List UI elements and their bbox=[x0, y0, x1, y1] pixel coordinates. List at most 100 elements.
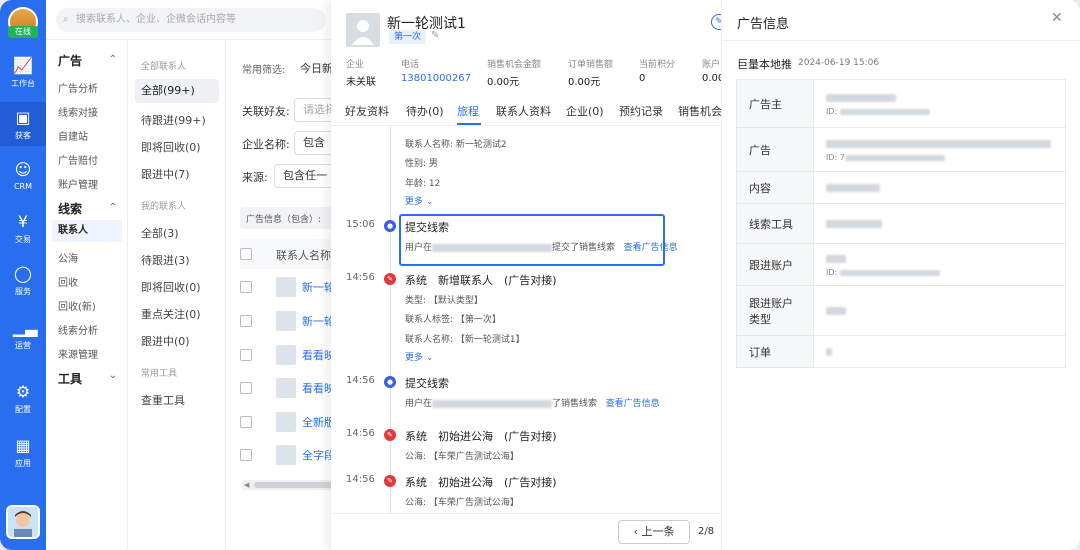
chevron-up-icon[interactable]: ⌃ bbox=[109, 202, 117, 213]
tab-todo[interactable]: 待办(0) bbox=[406, 103, 444, 119]
nav-item-account-manage[interactable]: 账户管理 bbox=[58, 176, 98, 191]
filter-my-recycle-soon[interactable]: 即将回收(0) bbox=[141, 279, 201, 295]
avatar bbox=[276, 412, 296, 432]
nav-item-recycle[interactable]: 回收 bbox=[58, 274, 78, 289]
contact-list: 常用筛选: 今日新 关联好友: 请选择 企业名称: 包含 来源: 包含任一 广告… bbox=[226, 40, 344, 550]
filter-recycle-soon[interactable]: 即将回收(0) bbox=[141, 139, 201, 155]
contact-detail-panel: 新一轮测试1 第一次 ✎ ✎ 企业 未关联 电话 13801000267 销售机会金… bbox=[331, 0, 727, 550]
row-checkbox[interactable] bbox=[240, 449, 252, 461]
nav-item-public-pool[interactable]: 公海 bbox=[58, 250, 78, 265]
nav-item-source-manage[interactable]: 来源管理 bbox=[58, 346, 98, 361]
filter-all[interactable]: 全部(99+) bbox=[135, 79, 219, 103]
top-bar: ⌕ 搜索联系人、企业、企微会话内容等 bbox=[46, 0, 336, 40]
nav-group-ads[interactable]: 广告 bbox=[58, 52, 82, 69]
rail-item-config[interactable]: ⚙ 配置 bbox=[0, 382, 46, 415]
rail-item-workbench[interactable]: 📈 工作台 bbox=[0, 56, 46, 89]
rail-item-apps[interactable]: ▦ 应用 bbox=[0, 436, 46, 469]
edit-tag-icon[interactable]: ✎ bbox=[431, 30, 439, 41]
left-rail: 在线 📈 工作台 ▣ 获客 ☺ CRM ¥ 交易 ◯ 服务 ▁▃ 运营 ⚙ 配置 ▦ 应用 bbox=[0, 0, 46, 550]
filter-my-pending[interactable]: 待跟进(3) bbox=[141, 252, 190, 268]
rail-item-acquire[interactable]: ▣ 获客 bbox=[0, 102, 46, 146]
nav-group-leads[interactable]: 线索 bbox=[58, 200, 82, 217]
search-icon: ⌕ bbox=[63, 14, 69, 25]
gear-icon: ⚙ bbox=[15, 382, 31, 401]
row-checkbox[interactable] bbox=[240, 315, 252, 327]
avatar bbox=[276, 445, 296, 465]
tab-contact-profile[interactable]: 联系人资料 bbox=[496, 103, 551, 119]
ad-info-filter-chip[interactable]: 广告信息（包含）: bbox=[246, 212, 321, 225]
filter-my-following[interactable]: 跟进中(0) bbox=[141, 333, 190, 349]
tab-sales-opportunity[interactable]: 销售机会 bbox=[678, 103, 722, 119]
chevron-down-icon: ⌄ bbox=[425, 353, 434, 363]
filter-my-focus[interactable]: 重点关注(0) bbox=[141, 306, 201, 322]
row-checkbox[interactable] bbox=[240, 416, 252, 428]
lead-event-icon: ● bbox=[384, 376, 396, 388]
contact-filter-column: 全部联系人 全部(99+) 待跟进(99+) 即将回收(0) 跟进中(7) 我的… bbox=[128, 40, 226, 550]
filter-pending[interactable]: 待跟进(99+) bbox=[141, 112, 206, 128]
more-toggle[interactable]: 更多 ⌄ bbox=[405, 350, 433, 363]
tab-company[interactable]: 企业(0) bbox=[566, 103, 604, 119]
chevron-left-icon: ‹ bbox=[633, 525, 638, 538]
event-title: 系统 初始进公海 (广告对接) bbox=[405, 476, 557, 489]
nav-item-ad-analysis[interactable]: 广告分析 bbox=[58, 80, 98, 95]
nav-item-lead-analysis[interactable]: 线索分析 bbox=[58, 322, 98, 337]
contact-tag: 第一次 bbox=[389, 30, 427, 44]
stat-order-sales: 订单销售额 0.00元 bbox=[568, 60, 614, 88]
nav-item-self-site[interactable]: 自建站 bbox=[58, 128, 88, 143]
active-tab-indicator bbox=[457, 123, 481, 125]
rail-item-trade[interactable]: ¥ 交易 bbox=[0, 212, 46, 245]
section-header-my-contacts: 我的联系人 bbox=[141, 202, 187, 212]
more-toggle[interactable]: 更多 ⌄ bbox=[405, 194, 433, 207]
lead-event-icon: ● bbox=[384, 220, 396, 232]
tab-friend-profile[interactable]: 好友资料 bbox=[345, 103, 389, 119]
tab-appointments[interactable]: 预约记录 bbox=[619, 103, 663, 119]
avatar bbox=[276, 311, 296, 331]
search-input[interactable]: ⌕ 搜索联系人、企业、企微会话内容等 bbox=[56, 8, 326, 32]
contact-avatar bbox=[346, 13, 380, 47]
row-checkbox[interactable] bbox=[240, 281, 252, 293]
ad-info-table: 广告主 ID: 广告 ID: 7 内容 线索工具 跟进账户 ID: 跟进账户类型 订单 bbox=[736, 79, 1066, 368]
journey-timeline: 联系人名称: 新一轮测试2 性别: 男 年龄: 12 更多 ⌄ 15:06 ● … bbox=[331, 127, 721, 513]
prev-record-button[interactable]: ‹ 上一条 bbox=[618, 520, 690, 544]
column-header-name[interactable]: 联系人名称 bbox=[276, 247, 331, 263]
chat-icon: ◯ bbox=[14, 264, 32, 283]
nav-group-tools[interactable]: 工具 bbox=[58, 370, 82, 387]
system-event-icon: ✎ bbox=[384, 429, 396, 441]
chevron-down-icon[interactable]: ⌄ bbox=[109, 370, 117, 381]
tool-dedupe[interactable]: 查重工具 bbox=[141, 392, 185, 408]
filter-my-all[interactable]: 全部(3) bbox=[141, 225, 179, 241]
nav-item-lead-connect[interactable]: 线索对接 bbox=[58, 104, 98, 119]
ad-source: 巨量本地推 bbox=[737, 58, 792, 71]
event-title: 提交线索 bbox=[405, 377, 449, 390]
ad-datetime: 2024-06-19 15:06 bbox=[798, 58, 880, 68]
rail-item-operate[interactable]: ▁▃ 运营 bbox=[0, 318, 46, 351]
close-icon[interactable]: ✕ bbox=[1051, 10, 1063, 26]
filter-following[interactable]: 跟进中(7) bbox=[141, 166, 190, 182]
app-window: 在线 📈 工作台 ▣ 获客 ☺ CRM ¥ 交易 ◯ 服务 ▁▃ 运营 ⚙ 配置 ▦ 应用 ⌕ … bbox=[0, 0, 1080, 550]
section-header-tools: 常用工具 bbox=[141, 369, 178, 379]
tab-journey[interactable]: 旅程 bbox=[457, 103, 479, 119]
row-checkbox[interactable] bbox=[240, 382, 252, 394]
company-label: 企业名称: bbox=[242, 138, 290, 151]
event-title: 系统 新增联系人 (广告对接) bbox=[405, 274, 557, 287]
page-indicator: 2/8 bbox=[698, 526, 715, 537]
row-checkbox[interactable] bbox=[240, 349, 252, 361]
avatar bbox=[276, 378, 296, 398]
rail-item-crm[interactable]: ☺ CRM bbox=[0, 160, 46, 191]
nav-item-recycle-new[interactable]: 回收(新) bbox=[58, 298, 96, 313]
stat-phone: 电话 13801000267 bbox=[401, 60, 471, 84]
horizontal-scrollbar[interactable]: ◀ bbox=[242, 480, 336, 490]
person-icon: ☺ bbox=[14, 160, 32, 179]
view-ad-info-link[interactable]: 查看广告信息 bbox=[606, 399, 660, 409]
stat-company: 企业 未关联 bbox=[346, 60, 376, 88]
select-all-checkbox[interactable] bbox=[240, 248, 252, 260]
apps-icon: ▦ bbox=[15, 436, 31, 455]
chart-icon: ▁▃ bbox=[13, 318, 38, 337]
user-avatar[interactable] bbox=[6, 505, 40, 539]
chevron-up-icon[interactable]: ⌃ bbox=[109, 54, 117, 65]
stat-opportunity-amount: 销售机会金额 0.00元 bbox=[487, 60, 542, 88]
nav-item-contacts[interactable]: 联系人 bbox=[52, 220, 122, 242]
nav-item-ad-compensation[interactable]: 广告赔付 bbox=[58, 152, 98, 167]
rail-item-service[interactable]: ◯ 服务 bbox=[0, 264, 46, 297]
quick-filter-today[interactable]: 今日新 bbox=[300, 60, 333, 76]
